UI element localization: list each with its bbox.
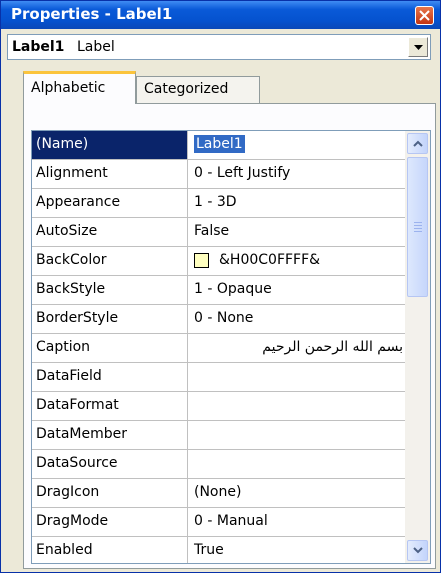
property-name[interactable]: Enabled — [32, 537, 188, 563]
thumb-grip — [414, 228, 422, 229]
scroll-up-button[interactable] — [407, 133, 428, 154]
property-row[interactable]: BackColor &H00C0FFFF& — [32, 247, 405, 276]
property-row[interactable]: Caption بسم الله الرحمن الرحيم — [32, 334, 405, 363]
property-row[interactable]: BorderStyle 0 - None — [32, 305, 405, 334]
property-value[interactable] — [189, 421, 405, 449]
vertical-scrollbar[interactable] — [405, 131, 430, 563]
property-value-text: 1 - Opaque — [194, 281, 272, 297]
property-value[interactable]: &H00C0FFFF& — [189, 247, 405, 275]
property-value-text: &H00C0FFFF& — [219, 252, 321, 268]
chevron-up-icon — [413, 140, 423, 147]
property-name[interactable]: DragIcon — [32, 479, 188, 507]
property-name[interactable]: DataField — [32, 363, 188, 391]
property-value[interactable]: 1 - 3D — [189, 189, 405, 217]
property-name[interactable]: BackColor — [32, 247, 188, 275]
thumb-grip — [414, 222, 422, 223]
property-name[interactable]: Caption — [32, 334, 188, 362]
property-name[interactable]: DataSource — [32, 450, 188, 478]
color-swatch — [194, 253, 209, 268]
property-value-text: 1 - 3D — [194, 194, 237, 210]
chevron-down-icon — [413, 547, 423, 554]
property-row[interactable]: DragIcon (None) — [32, 479, 405, 508]
title-bar[interactable]: Properties - Label1 — [1, 1, 440, 29]
property-value-text: 0 - Manual — [194, 513, 268, 529]
properties-window: Properties - Label1 Label1 Label Alphabe… — [0, 0, 441, 573]
property-value[interactable]: 0 - None — [189, 305, 405, 333]
thumb-grip — [414, 225, 422, 226]
property-value[interactable] — [189, 392, 405, 420]
property-value[interactable]: 0 - Manual — [189, 508, 405, 536]
object-type: Label — [77, 39, 115, 55]
property-name[interactable]: BackStyle — [32, 276, 188, 304]
tab-alphabetic[interactable]: Alphabetic — [23, 71, 136, 104]
property-name[interactable]: DragMode — [32, 508, 188, 536]
property-row[interactable]: DataField — [32, 363, 405, 392]
scroll-down-button[interactable] — [407, 540, 428, 561]
property-value-text: True — [194, 542, 224, 558]
property-row[interactable]: Appearance 1 - 3D — [32, 189, 405, 218]
property-name[interactable]: Alignment — [32, 160, 188, 188]
property-value-text: بسم الله الرحمن الرحيم — [262, 339, 403, 355]
object-dropdown-button[interactable] — [408, 37, 428, 57]
property-value-text: Label1 — [194, 135, 245, 153]
property-row[interactable]: BackStyle 1 - Opaque — [32, 276, 405, 305]
property-value[interactable]: True — [189, 537, 405, 563]
property-row[interactable]: DataSource — [32, 450, 405, 479]
property-row[interactable]: Enabled True — [32, 537, 405, 563]
object-selector[interactable]: Label1 Label — [7, 34, 431, 60]
property-value[interactable]: 0 - Left Justify — [189, 160, 405, 188]
chevron-down-icon — [414, 45, 423, 50]
property-value-text: 0 - None — [194, 310, 254, 326]
property-value[interactable] — [189, 363, 405, 391]
property-name[interactable]: (Name) — [32, 131, 188, 159]
property-name[interactable]: Appearance — [32, 189, 188, 217]
property-value[interactable]: بسم الله الرحمن الرحيم — [189, 334, 405, 362]
property-value-text: 0 - Left Justify — [194, 165, 291, 181]
property-name[interactable]: DataFormat — [32, 392, 188, 420]
property-row[interactable]: AutoSize False — [32, 218, 405, 247]
property-value[interactable]: (None) — [189, 479, 405, 507]
tab-categorized[interactable]: Categorized — [136, 76, 260, 103]
tab-alphabetic-label: Alphabetic — [31, 80, 106, 96]
property-row[interactable]: (Name) Label1 — [32, 131, 405, 160]
property-value[interactable]: False — [189, 218, 405, 246]
tab-panel: (Name) Label1 Alignment 0 - Left Justify App… — [23, 103, 436, 569]
property-name[interactable]: DataMember — [32, 421, 188, 449]
window-title: Properties - Label1 — [11, 5, 173, 23]
close-button[interactable] — [415, 6, 434, 25]
property-row[interactable]: DataFormat — [32, 392, 405, 421]
property-row[interactable]: DataMember — [32, 421, 405, 450]
thumb-grip — [414, 231, 422, 232]
property-value-text: False — [194, 223, 230, 239]
tab-categorized-label: Categorized — [144, 81, 229, 97]
close-icon — [419, 10, 430, 21]
property-row[interactable]: DragMode 0 - Manual — [32, 508, 405, 537]
property-value-text: (None) — [194, 484, 242, 500]
property-value[interactable]: 1 - Opaque — [189, 276, 405, 304]
property-name[interactable]: BorderStyle — [32, 305, 188, 333]
property-value[interactable]: Label1 — [189, 131, 405, 159]
object-name: Label1 — [12, 39, 65, 55]
property-row[interactable]: Alignment 0 - Left Justify — [32, 160, 405, 189]
property-name[interactable]: AutoSize — [32, 218, 188, 246]
property-grid: (Name) Label1 Alignment 0 - Left Justify App… — [31, 130, 431, 564]
scroll-thumb[interactable] — [407, 157, 428, 297]
property-value[interactable] — [189, 450, 405, 478]
